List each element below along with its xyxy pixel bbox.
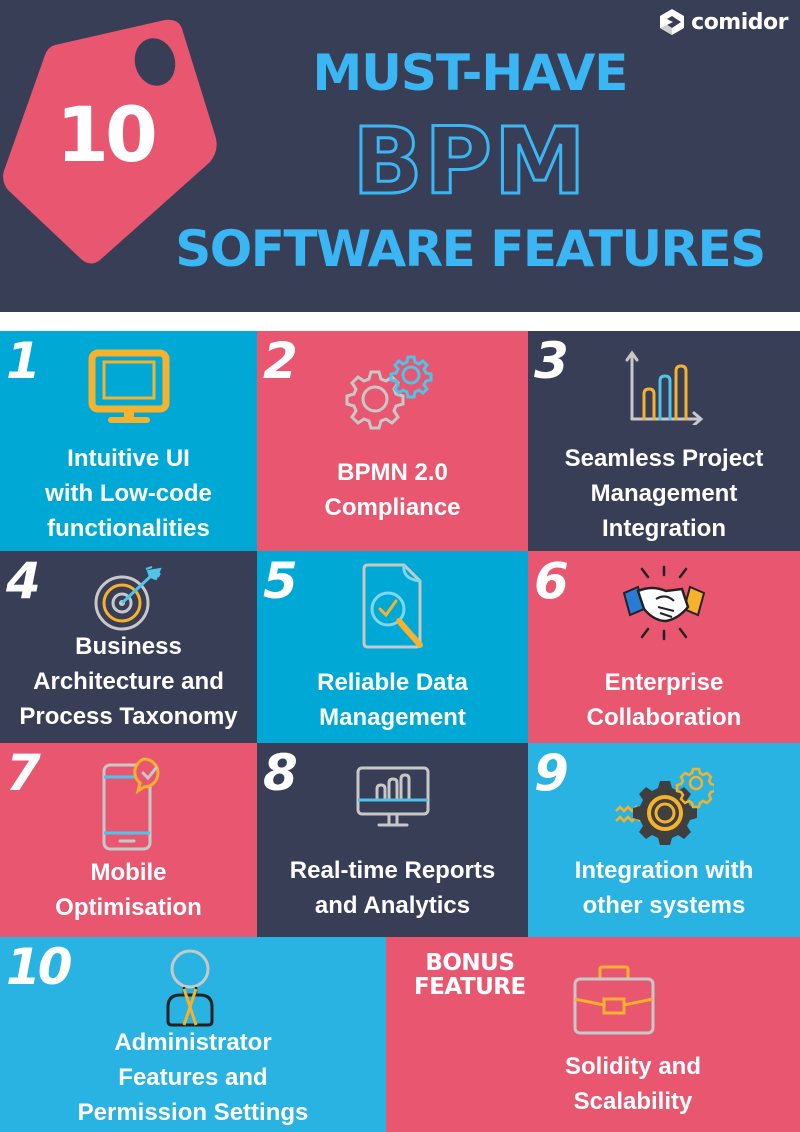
briefcase-icon [573,965,655,1035]
brand-name: comidor [691,9,788,35]
brand-logo[interactable]: comidor [659,6,788,38]
mobile-check-icon [102,757,159,851]
handshake-icon [622,565,706,641]
feature-number: 10 [6,938,73,996]
feature-label: BPMN 2.0 Compliance [324,459,461,521]
feature-card-5: 5 Reliable Data Management [257,551,528,743]
feature-label: Integration with other systems [574,857,754,919]
feature-card-6: 6 Enterprise Collaboration [528,551,800,743]
monitor-chart-icon [356,766,429,827]
feature-number: 1 [6,332,41,390]
title-bpm: BPM [351,108,588,215]
title-must-have: MUST-HAVE [312,44,629,102]
feature-number: 2 [263,332,298,390]
bonus-feature-card: BONUS FEATURE Solidity and Scalability [386,937,800,1132]
feature-label: Reliable Data Management [317,669,468,731]
gear-integration-icon [615,767,714,845]
feature-number: 7 [6,744,41,802]
feature-card-8: 8 Real-time Reports and Analytics [257,743,528,937]
comidor-logo-icon [660,9,685,35]
document-search-icon [362,563,423,649]
feature-label: Enterprise Collaboration [586,669,742,731]
title-software-features: SOFTWARE FEATURES [175,220,766,278]
feature-label: Mobile Optimisation [55,859,202,921]
administrator-icon [166,949,214,1027]
target-icon [94,566,162,631]
feature-label: Solidity and Scalability [564,1053,701,1115]
feature-card-1: 1 Intuitive UI with Low-code functionali… [0,331,257,551]
feature-number: 3 [534,332,569,390]
feature-number: 4 [6,552,41,610]
feature-card-3: 3 Seamless Project Management Integratio… [528,331,800,551]
feature-label: Seamless Project Management Integration [564,445,764,542]
gears-icon [345,355,432,430]
feature-number: 9 [534,744,569,802]
feature-card-2: 2 BPMN 2.0 Compliance [257,331,528,551]
feature-label: Real-time Reports and Analytics [289,857,496,919]
bonus-title: BONUS FEATURE [414,950,526,1000]
feature-card-7: 7 Mobile Optimisation [0,743,257,937]
header-banner: 10 comidor MUST-HAVE BPM SOFTWARE FEATUR… [0,0,800,312]
feature-card-4: 4 Business Architecture and Process Taxo… [0,551,257,743]
monitor-icon [88,349,169,423]
bar-chart-icon [625,350,704,425]
feature-card-9: 9 Integration with other systems [528,743,800,937]
feature-number: 5 [263,552,298,610]
feature-label: Intuitive UI with Low-code functionaliti… [45,445,212,542]
feature-card-10: 10 Administrator Features and Permission… [0,937,386,1132]
feature-number: 6 [534,552,569,610]
feature-label: Administrator Features and Permission Se… [77,1029,309,1126]
feature-number: 8 [263,744,298,802]
feature-label: Business Architecture and Process Taxono… [19,633,238,730]
